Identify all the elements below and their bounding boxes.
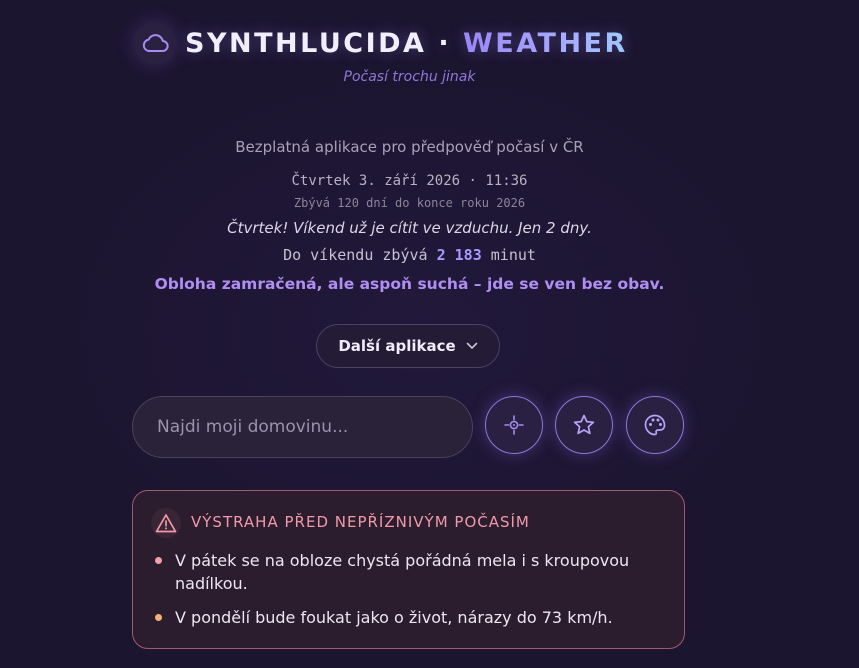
locate-button[interactable] bbox=[485, 396, 543, 454]
weekend-minutes-value: 2 183 bbox=[436, 246, 482, 264]
alert-item: V pondělí bude foukat jako o život, nára… bbox=[155, 606, 665, 629]
favorites-button[interactable] bbox=[555, 396, 613, 454]
alert-item: V pátek se na obloze chystá pořádná mela… bbox=[155, 549, 665, 595]
alert-item-text: V pondělí bude foukat jako o život, nára… bbox=[175, 608, 613, 627]
weather-alert-panel: VÝSTRAHA PŘED NEPŘÍZNIVÝM POČASÍM V páte… bbox=[132, 490, 685, 649]
app-tagline: Počasí trochu jinak bbox=[343, 69, 476, 85]
chevron-down-icon bbox=[466, 342, 477, 349]
current-datetime: Čtvrtek 3. září 2026 · 11:36 bbox=[291, 173, 528, 189]
alert-bullet bbox=[155, 614, 162, 621]
alert-list: V pátek se na obloze chystá pořádná mela… bbox=[155, 549, 665, 640]
weekend-countdown: Do víkendu zbývá 2 183 minut bbox=[0, 246, 819, 264]
warning-triangle-icon bbox=[155, 514, 177, 533]
more-apps-dropdown[interactable]: Další aplikace bbox=[316, 324, 500, 368]
weekend-countdown-suffix: minut bbox=[481, 246, 536, 264]
alert-title: VÝSTRAHA PŘED NEPŘÍZNIVÝM POČASÍM bbox=[191, 513, 530, 531]
location-crosshair-icon bbox=[504, 415, 524, 435]
app-description: Bezplatná aplikace pro předpověď počasí … bbox=[235, 138, 584, 156]
more-apps-label: Další aplikace bbox=[338, 337, 456, 355]
app-title-accent: WEATHER bbox=[463, 27, 628, 59]
app-header: SYNTHLUCIDA · WEATHER bbox=[134, 22, 628, 64]
weekend-countdown-prefix: Do víkendu zbývá bbox=[283, 246, 437, 264]
weekday-message: Čtvrtek! Víkend už je cítit ve vzduchu. … bbox=[227, 219, 592, 237]
sky-condition-message: Obloha zamračená, ale aspoň suchá – jde … bbox=[154, 275, 665, 293]
alert-icon-badge bbox=[151, 508, 181, 538]
logo-badge bbox=[134, 22, 176, 64]
star-icon bbox=[573, 414, 595, 435]
search-input[interactable] bbox=[132, 396, 473, 458]
app-title: SYNTHLUCIDA · WEATHER bbox=[185, 28, 628, 59]
year-remaining-text: Zbývá 120 dní do konce roku 2026 bbox=[293, 196, 526, 210]
cloud-icon bbox=[142, 34, 169, 53]
alert-item-text: V pátek se na obloze chystá pořádná mela… bbox=[175, 551, 630, 593]
palette-icon bbox=[644, 414, 666, 436]
app-title-main: SYNTHLUCIDA · bbox=[185, 27, 463, 59]
alert-bullet bbox=[155, 557, 162, 564]
theme-button[interactable] bbox=[626, 396, 684, 454]
